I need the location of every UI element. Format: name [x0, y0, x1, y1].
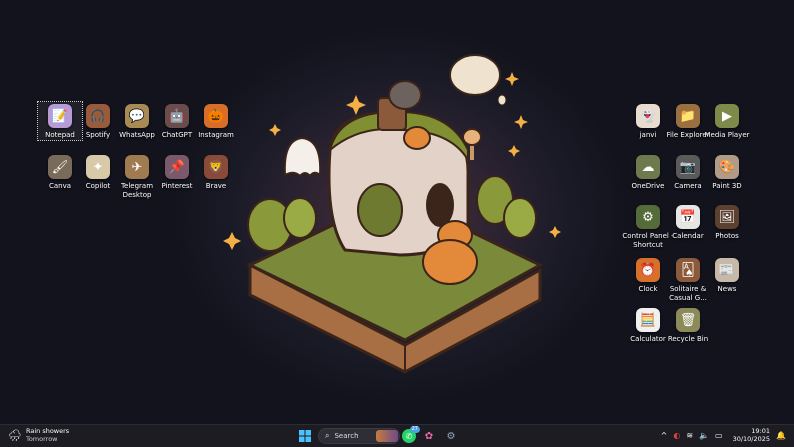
copilot-icon: ✿	[424, 430, 434, 442]
desktop-icon-label: Photos	[715, 232, 739, 240]
notification-badge: 27	[409, 426, 420, 433]
clock-time: 19:01	[751, 427, 771, 435]
desktop-icon-label: Recycle Bin	[667, 335, 709, 343]
control-panel-icon: ⚙	[636, 205, 660, 229]
desktop-icon-media-player[interactable]: ▶ Media Player	[704, 102, 750, 140]
taskbar-whatsapp[interactable]: ✆ 27	[402, 426, 420, 443]
telegram-icon: ✈	[125, 155, 149, 179]
desktop-icon-control-panel[interactable]: ⚙ Control Panel - Shortcut	[622, 203, 674, 250]
taskbar: 🌧 Rain showers Tomorrow ⌕ Search ✆ 27 ✿ …	[0, 424, 794, 447]
windows-logo-icon	[299, 430, 311, 442]
desktop[interactable]: 📝 Notepad 🎧 Spotify 💬 WhatsApp 🤖 ChatGPT…	[0, 0, 794, 424]
desktop-icon-news[interactable]: 📰 News	[705, 256, 749, 294]
taskbar-center: ⌕ Search ✆ 27 ✿ ⚙	[296, 426, 460, 445]
user-folder-icon: 👻	[636, 104, 660, 128]
pinterest-icon: 📌	[165, 155, 189, 179]
desktop-icon-label: Instagram	[198, 131, 234, 139]
rain-cloud-icon: 🌧	[8, 428, 22, 442]
canva-icon: 🖌	[48, 155, 72, 179]
chevron-up-icon[interactable]: ^	[661, 431, 668, 440]
media-player-icon: ▶	[715, 104, 739, 128]
photos-icon: 🖼	[715, 205, 739, 229]
whatsapp-icon: 💬	[125, 104, 149, 128]
search-highlight-image	[376, 430, 398, 442]
desktop-icon-paint-3d[interactable]: 🎨 Paint 3D	[705, 153, 749, 191]
calendar-icon: 📅	[676, 205, 700, 229]
gear-icon: ⚙	[446, 430, 456, 442]
search-icon: ⌕	[325, 431, 330, 440]
wifi-icon[interactable]: ≋	[686, 431, 693, 440]
calculator-icon: 🧮	[636, 308, 660, 332]
copilot-icon: ✦	[86, 155, 110, 179]
search-label: Search	[334, 432, 359, 440]
news-icon: 📰	[715, 258, 739, 282]
weather-widget[interactable]: 🌧 Rain showers Tomorrow	[8, 427, 69, 443]
spotify-icon: 🎧	[86, 104, 110, 128]
file-explorer-icon: 📁	[676, 104, 700, 128]
weather-title: Rain showers	[25, 427, 70, 435]
clock-icon: ⏰	[636, 258, 660, 282]
desktop-icon-label: Paint 3D	[712, 182, 742, 190]
taskbar-copilot[interactable]: ✿	[420, 427, 438, 445]
volume-icon[interactable]: 🔈	[699, 431, 709, 440]
paint-3d-icon: 🎨	[715, 155, 739, 179]
onedrive-icon: ☁	[636, 155, 660, 179]
desktop-icon-photos[interactable]: 🖼 Photos	[705, 203, 749, 241]
desktop-icon-label: News	[717, 285, 737, 293]
desktop-icon-brave[interactable]: 🦁 Brave	[194, 153, 238, 191]
desktop-icon-solitaire[interactable]: 🂡 Solitaire & Casual G...	[666, 256, 710, 303]
camera-icon: 📷	[676, 155, 700, 179]
recycle-bin-icon: 🗑	[676, 308, 700, 332]
system-tray: ^ ◐ ≋ 🔈 ▭ 19:01 30/10/2025 🔔	[661, 427, 786, 443]
whatsapp-icon: ✆	[405, 431, 413, 441]
taskbar-settings[interactable]: ⚙	[442, 427, 460, 445]
desktop-icon-telegram[interactable]: ✈ Telegram Desktop	[115, 153, 159, 200]
weather-subtitle: Tomorrow	[25, 435, 58, 443]
notification-bell-icon[interactable]: 🔔	[776, 431, 786, 440]
desktop-icon-label: Brave	[205, 182, 227, 190]
brave-icon: 🦁	[204, 155, 228, 179]
taskbar-clock[interactable]: 19:01 30/10/2025	[733, 427, 770, 443]
chatgpt-icon: 🤖	[165, 104, 189, 128]
clock-date: 30/10/2025	[732, 435, 771, 443]
battery-icon[interactable]: ▭	[715, 431, 723, 440]
start-button[interactable]	[296, 427, 314, 445]
desktop-icon-instagram[interactable]: 🎃 Instagram	[194, 102, 238, 140]
solitaire-icon: 🂡	[676, 258, 700, 282]
desktop-icon-recycle-bin[interactable]: 🗑 Recycle Bin	[666, 306, 710, 344]
notepad-icon: 📝	[48, 104, 72, 128]
desktop-icon-label: Media Player	[704, 131, 750, 139]
tray-app-icon[interactable]: ◐	[673, 431, 680, 440]
instagram-icon: 🎃	[204, 104, 228, 128]
